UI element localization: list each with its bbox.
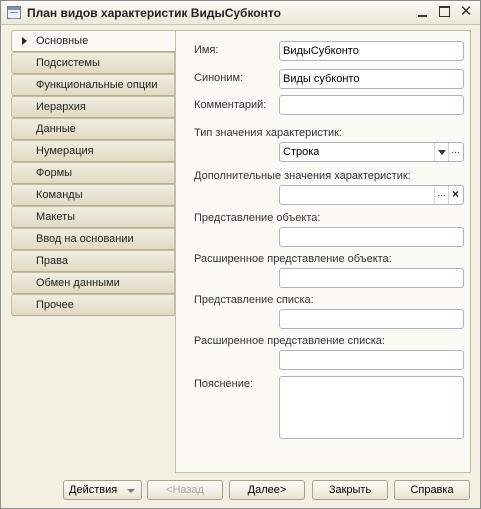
tab-other[interactable]: Прочее <box>11 294 175 316</box>
tab-data-exchange[interactable]: Обмен данными <box>11 272 175 294</box>
window-icon <box>7 6 21 19</box>
tab-rights[interactable]: Права <box>11 250 175 272</box>
clear-icon[interactable]: × <box>448 186 462 204</box>
dialog-window: План видов характеристик ВидыСубконто ✕ … <box>0 0 481 509</box>
tab-label: Ввод на основании <box>36 233 134 245</box>
tab-input-by-basis[interactable]: Ввод на основании <box>11 228 175 250</box>
synonym-label: Синоним: <box>194 72 244 84</box>
ext-object-repr-label: Расширенное представление объекта: <box>194 253 392 265</box>
window-title: План видов характеристик ВидыСубконто <box>27 6 281 20</box>
tab-label: Основные <box>36 35 89 47</box>
extra-values-field[interactable]: ... × <box>279 185 464 205</box>
tab-label: Данные <box>36 123 76 135</box>
tab-main[interactable]: Основные <box>11 30 176 52</box>
list-repr-field[interactable] <box>279 309 464 329</box>
chevron-down-icon <box>127 489 135 493</box>
name-label: Имя: <box>194 44 219 56</box>
tab-label: Права <box>36 255 68 267</box>
tab-label: Функциональные опции <box>36 79 158 91</box>
value-type-field[interactable]: Строка ... <box>279 142 464 162</box>
tab-data[interactable]: Данные <box>11 118 175 140</box>
tab-functional-options[interactable]: Функциональные опции <box>11 74 175 96</box>
tab-label: Макеты <box>36 211 76 223</box>
object-repr-field[interactable] <box>279 227 464 247</box>
actions-button[interactable]: Действия <box>63 480 142 500</box>
properties-panel: Имя: ВидыСубконто Синоним: Виды субконто… <box>175 30 471 473</box>
tab-label: Нумерация <box>36 145 94 157</box>
ext-list-repr-field[interactable] <box>279 350 464 370</box>
close-icon[interactable]: ✕ <box>458 4 474 20</box>
tab-label: Подсистемы <box>36 57 100 69</box>
tab-templates[interactable]: Макеты <box>11 206 175 228</box>
explanation-label: Пояснение: <box>194 378 254 390</box>
list-repr-label: Представление списка: <box>194 294 314 306</box>
tab-label: Формы <box>36 167 73 179</box>
value-type-value: Строка <box>283 146 320 158</box>
tab-label: Обмен данными <box>36 277 120 289</box>
comment-field[interactable] <box>279 95 464 115</box>
extra-values-label: Дополнительные значения характеристик: <box>194 170 411 182</box>
title-bar[interactable]: План видов характеристик ВидыСубконто ✕ <box>1 1 480 25</box>
value-type-select-button[interactable]: ... <box>448 143 462 161</box>
comment-label: Комментарий: <box>194 99 267 111</box>
explanation-field[interactable] <box>279 376 464 439</box>
tab-label: Команды <box>36 189 83 201</box>
tab-label: Иерархия <box>36 101 86 113</box>
tab-subsystems[interactable]: Подсистемы <box>11 52 175 74</box>
tab-commands[interactable]: Команды <box>11 184 175 206</box>
help-button[interactable]: Справка <box>394 480 470 500</box>
tab-numbering[interactable]: Нумерация <box>11 140 175 162</box>
close-button[interactable]: Закрыть <box>312 480 388 500</box>
value-type-label: Тип значения характеристик: <box>194 127 342 139</box>
object-repr-label: Представление объекта: <box>194 212 321 224</box>
extra-values-select-button[interactable]: ... <box>434 186 448 204</box>
tab-forms[interactable]: Формы <box>11 162 175 184</box>
maximize-icon[interactable] <box>437 4 453 20</box>
tab-list: Основные Подсистемы Функциональные опции… <box>11 30 176 316</box>
back-button[interactable]: <Назад <box>147 480 223 500</box>
ext-list-repr-label: Расширенное представление списка: <box>194 335 385 347</box>
tab-label: Прочее <box>36 299 74 311</box>
minimize-icon[interactable] <box>415 4 431 20</box>
synonym-field[interactable]: Виды субконто <box>279 69 464 89</box>
name-field[interactable]: ВидыСубконто <box>279 41 464 61</box>
actions-label: Действия <box>69 484 118 496</box>
tab-hierarchy[interactable]: Иерархия <box>11 96 175 118</box>
chevron-down-icon[interactable] <box>434 143 448 161</box>
triangle-right-icon <box>22 37 27 45</box>
next-button[interactable]: Далее> <box>229 480 305 500</box>
ext-object-repr-field[interactable] <box>279 268 464 288</box>
